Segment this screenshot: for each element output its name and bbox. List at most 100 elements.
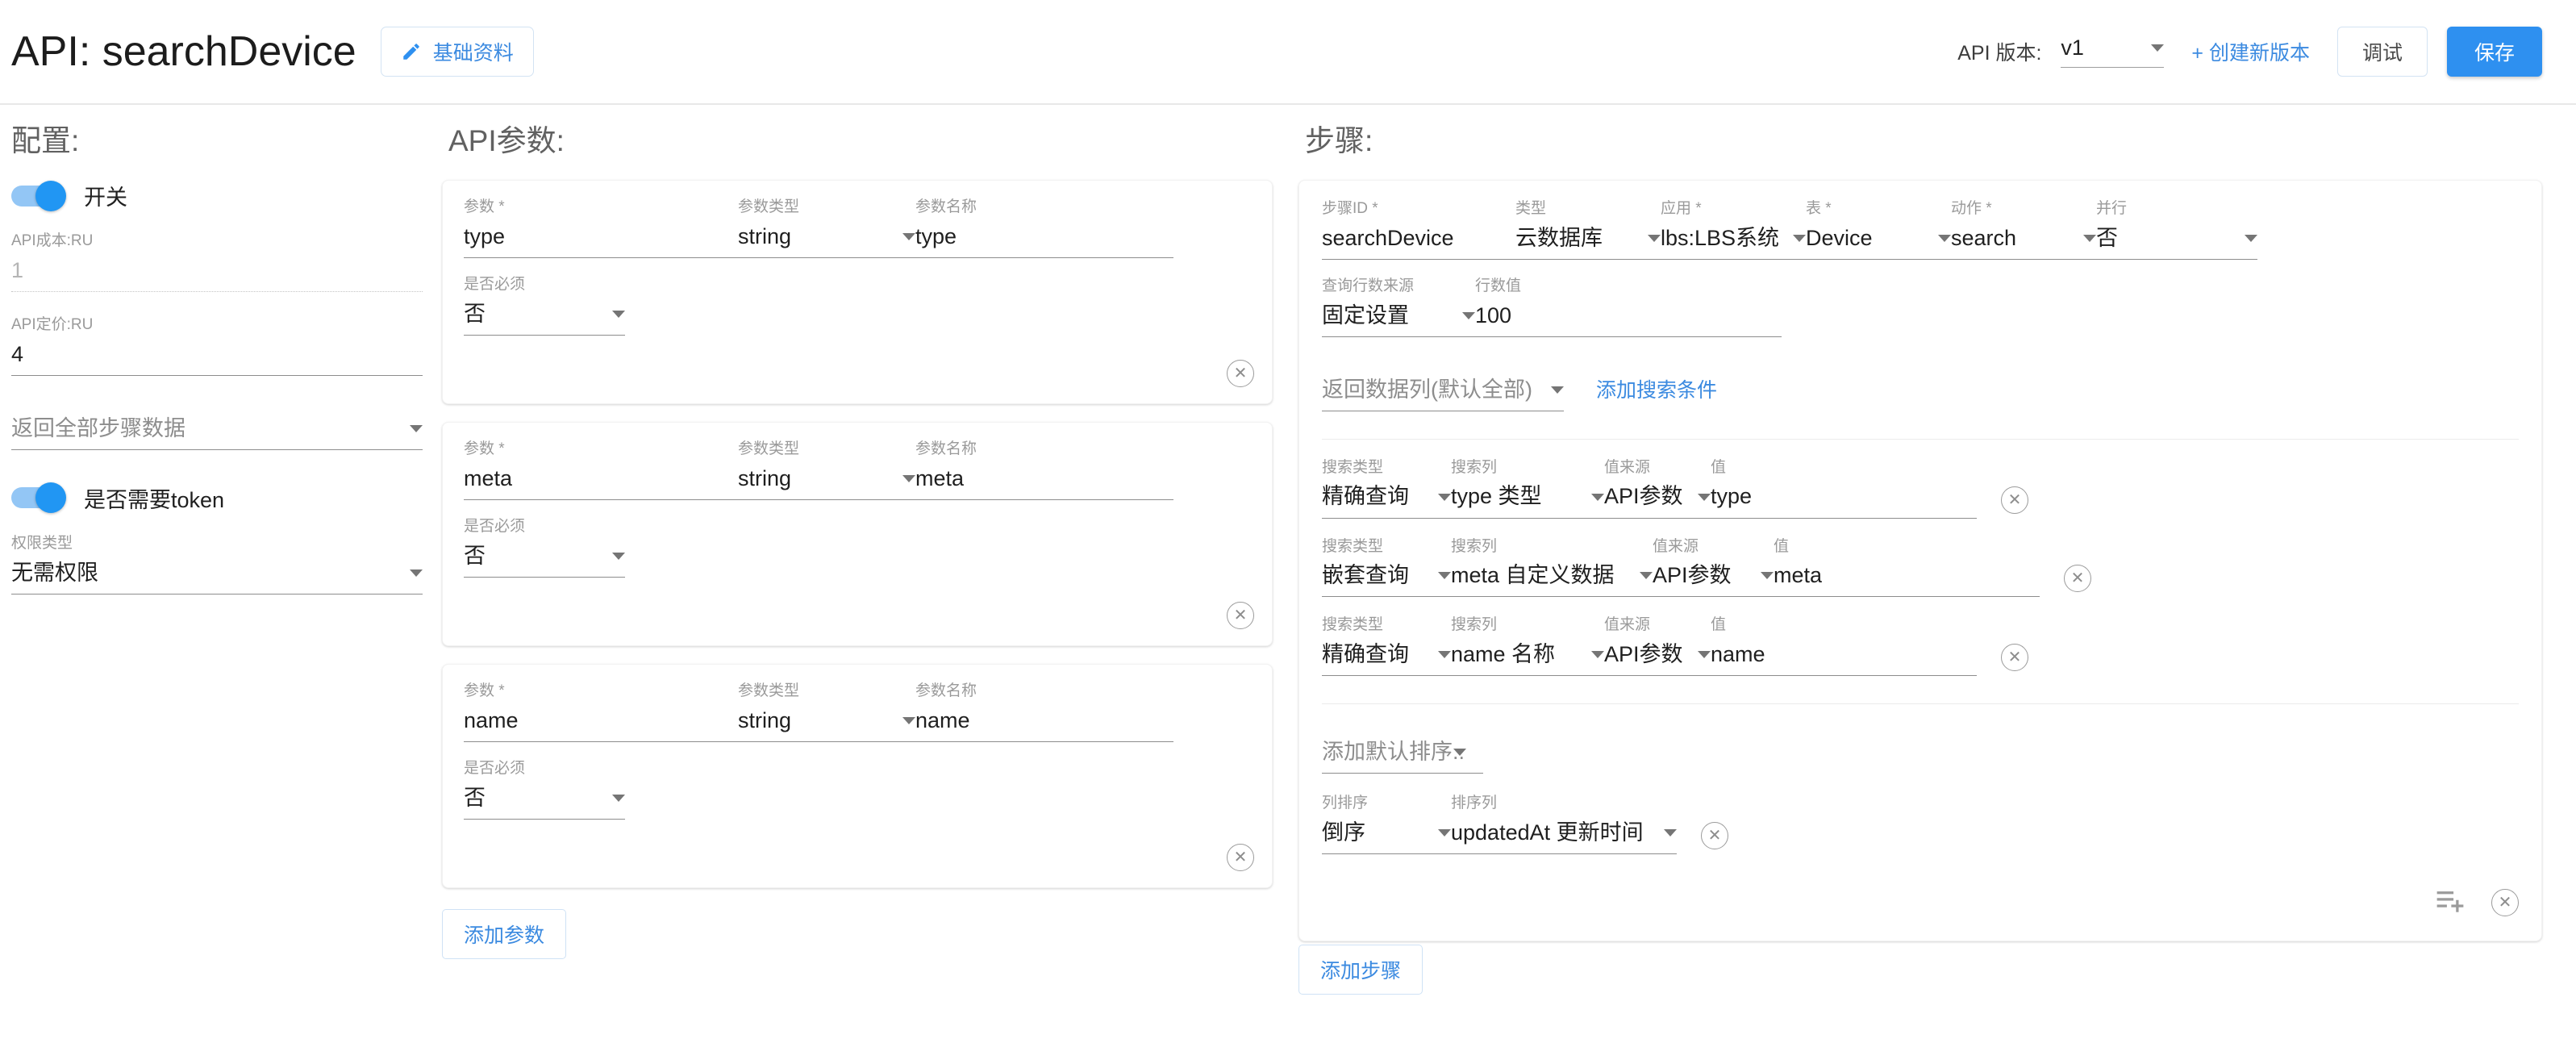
condition-value-field[interactable]: 值 type [1711,459,1977,519]
param-required-field[interactable]: 是否必须 否 [464,276,625,336]
param-name-value[interactable]: meta [915,466,1173,500]
search-type-select[interactable]: 精确查询 [1322,484,1451,519]
param-required-select[interactable]: 否 [464,544,625,578]
auth-type-select[interactable]: 无需权限 [11,561,423,595]
search-column-select[interactable]: meta 自定义数据 [1451,563,1653,598]
value-source-select[interactable]: API参数 [1604,484,1711,519]
param-type-select[interactable]: string [738,466,915,500]
delete-condition-button[interactable]: ✕ [2001,644,2028,672]
delete-param-button[interactable]: ✕ [1227,360,1254,387]
delete-param-button[interactable]: ✕ [1227,602,1254,629]
search-column-field[interactable]: 搜索列 meta 自定义数据 [1451,538,1653,598]
param-field[interactable]: 参数 * meta [464,440,738,500]
search-type-field[interactable]: 搜索类型 精确查询 [1322,616,1451,677]
row-count-source-field[interactable]: 查询行数来源 固定设置 [1322,277,1475,337]
search-column-field[interactable]: 搜索列 type 类型 [1451,459,1604,519]
param-name-field[interactable]: 参数名称 meta [915,440,1173,500]
step-app-select[interactable]: lbs:LBS系统 [1661,226,1806,260]
param-name-value[interactable]: type [915,224,1173,258]
search-type-field[interactable]: 搜索类型 精确查询 [1322,459,1451,519]
delete-sort-button[interactable]: ✕ [1701,822,1728,850]
condition-value-field[interactable]: 值 name [1711,616,1977,677]
step-action-label: 动作 * [1951,200,1992,217]
step-table-select[interactable]: Device [1806,226,1951,260]
enable-switch-row[interactable]: 开关 [11,180,423,211]
condition-value-input[interactable]: type [1711,484,1977,519]
row-count-source-select[interactable]: 固定设置 [1322,303,1475,337]
return-columns-field[interactable]: 返回数据列(默认全部) [1322,378,1564,411]
search-column-select[interactable]: type 类型 [1451,484,1604,519]
delete-param-button[interactable]: ✕ [1227,844,1254,871]
add-param-button[interactable]: 添加参数 [442,909,567,959]
param-field[interactable]: 参数 * type [464,198,738,258]
sort-column-select[interactable]: updatedAt 更新时间 [1451,820,1677,855]
create-new-version-link[interactable]: + 创建新版本 [2191,37,2310,66]
param-name-value[interactable]: name [915,708,1173,742]
param-type-select[interactable]: string [738,224,915,258]
value-source-field[interactable]: 值来源 API参数 [1604,616,1711,677]
search-column-select[interactable]: name 名称 [1451,642,1604,677]
delete-condition-button[interactable]: ✕ [2064,565,2091,593]
search-type-select[interactable]: 嵌套查询 [1322,563,1451,598]
condition-value-input[interactable]: meta [1774,563,2040,598]
playlist-add-icon[interactable] [2436,888,2464,916]
sort-direction-select[interactable]: 倒序 [1322,820,1451,855]
auth-type-field[interactable]: 权限类型 无需权限 [11,535,423,595]
return-columns-select[interactable]: 返回数据列(默认全部) [1322,378,1564,411]
sort-direction-field[interactable]: 列排序 倒序 [1322,795,1451,855]
enable-toggle[interactable] [11,180,66,211]
delete-condition-button[interactable]: ✕ [2001,486,2028,514]
add-search-condition-link[interactable]: 添加搜索条件 [1596,374,1717,411]
param-name-field[interactable]: 参数名称 type [915,198,1173,258]
step-type-field[interactable]: 类型 云数据库 [1515,200,1661,260]
value-source-field[interactable]: 值来源 API参数 [1653,538,1774,598]
save-button[interactable]: 保存 [2446,27,2542,77]
param-required-field[interactable]: 是否必须 否 [464,518,625,578]
search-column-field[interactable]: 搜索列 name 名称 [1451,616,1604,677]
param-type-field[interactable]: 参数类型 string [738,198,915,258]
token-toggle[interactable] [11,482,66,514]
return-all-steps-field[interactable]: 返回全部步骤数据 [11,416,423,450]
param-type-field[interactable]: 参数类型 string [738,682,915,742]
step-parallel-field[interactable]: 并行 否 [2096,200,2257,260]
value-source-select[interactable]: API参数 [1604,642,1711,677]
debug-button[interactable]: 调试 [2336,27,2428,77]
value-source-select[interactable]: API参数 [1653,563,1774,598]
param-value[interactable]: type [464,224,738,258]
search-type-select[interactable]: 精确查询 [1322,642,1451,677]
param-name-field[interactable]: 参数名称 name [915,682,1173,742]
row-count-value-input[interactable]: 100 [1475,303,1782,337]
return-all-steps-select[interactable]: 返回全部步骤数据 [11,416,423,450]
add-default-sort-select[interactable]: 添加默认排序.. [1322,740,1483,774]
search-type-field[interactable]: 搜索类型 嵌套查询 [1322,538,1451,598]
param-type-field[interactable]: 参数类型 string [738,440,915,500]
param-required-select[interactable]: 否 [464,302,625,336]
step-app-field[interactable]: 应用 * lbs:LBS系统 [1661,200,1806,260]
param-value[interactable]: meta [464,466,738,500]
api-version-select[interactable]: v1 [2061,35,2165,68]
step-action-field[interactable]: 动作 * search [1951,200,2096,260]
step-id-field[interactable]: 步骤ID * searchDevice [1322,200,1515,260]
step-table-field[interactable]: 表 * Device [1806,200,1951,260]
step-parallel-select[interactable]: 否 [2096,226,2257,260]
api-price-field[interactable]: API定价:RU 4 [11,316,423,376]
step-type-select[interactable]: 云数据库 [1515,226,1661,260]
param-required-field[interactable]: 是否必须 否 [464,760,625,820]
param-value[interactable]: name [464,708,738,742]
param-required-select[interactable]: 否 [464,786,625,820]
step-action-select[interactable]: search [1951,226,2096,260]
sort-column-field[interactable]: 排序列 updatedAt 更新时间 [1451,795,1677,855]
condition-value-field[interactable]: 值 meta [1774,538,2040,598]
add-step-button[interactable]: 添加步骤 [1298,945,1423,995]
basic-info-button[interactable]: 基础资料 [380,27,534,77]
delete-step-button[interactable]: ✕ [2491,888,2519,916]
condition-value-input[interactable]: name [1711,642,1977,677]
param-field[interactable]: 参数 * name [464,682,738,742]
api-price-value[interactable]: 4 [11,342,423,376]
token-switch-row[interactable]: 是否需要token [11,482,423,514]
value-source-field[interactable]: 值来源 API参数 [1604,459,1711,519]
add-default-sort-field[interactable]: 添加默认排序.. [1322,740,1483,774]
param-type-select[interactable]: string [738,708,915,742]
row-count-value-field[interactable]: 行数值 100 [1475,277,1782,337]
step-id-value[interactable]: searchDevice [1322,226,1515,260]
